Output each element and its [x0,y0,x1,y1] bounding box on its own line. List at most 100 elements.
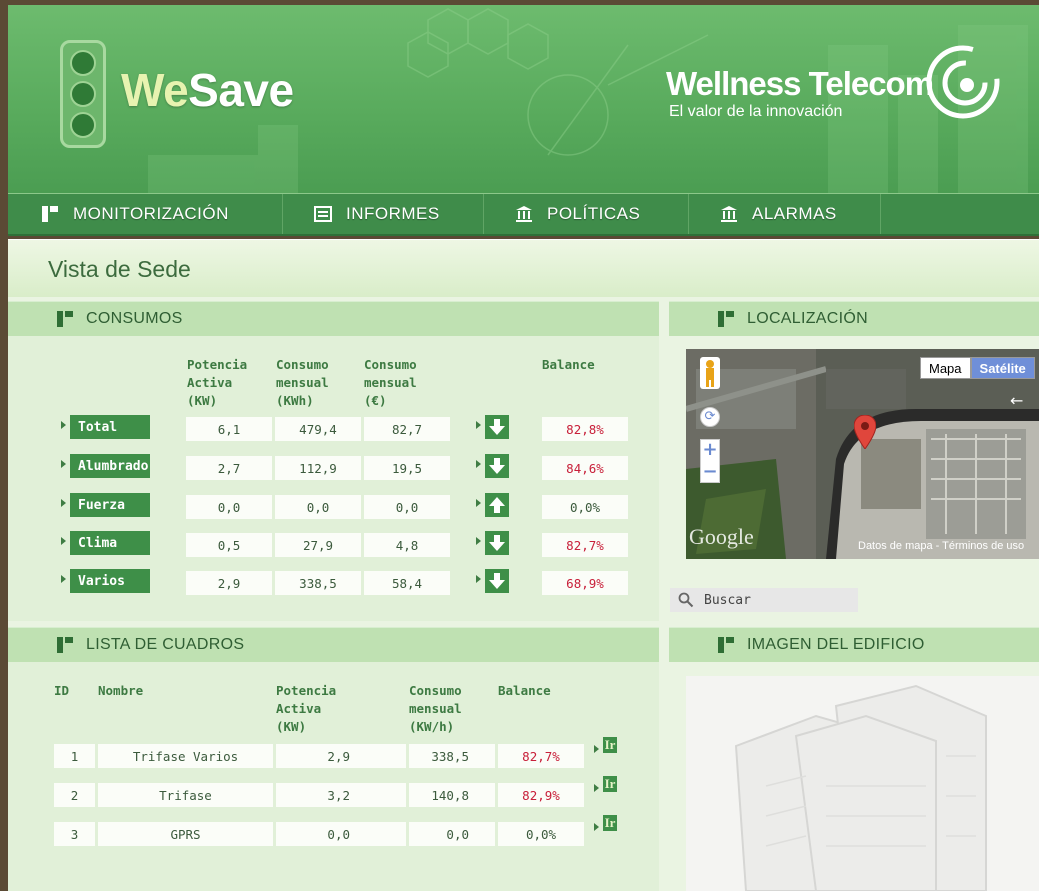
pegman-icon[interactable] [700,357,720,389]
cell-consumo-kwh: 0,0 [275,495,361,519]
category-button[interactable]: Varios [70,569,150,593]
expand-arrow-icon[interactable] [61,537,66,545]
building-image [686,676,1039,891]
cell-potencia: 6,1 [186,417,272,441]
zoom-in-button[interactable]: + [701,440,719,462]
col-header-nombre: Nombre [98,683,144,698]
cell-balance: 82,7% [498,744,584,768]
expand-arrow-icon[interactable] [61,421,66,429]
expand-arrow-icon[interactable] [476,499,481,507]
page-title: Vista de Sede [48,256,191,282]
expand-arrow-icon[interactable] [594,745,599,753]
map-marker-icon[interactable] [854,415,876,449]
cell-consumo-eur: 0,0 [364,495,450,519]
traffic-light-logo-icon [60,40,106,148]
cell-balance: 82,8% [542,417,628,441]
location-map[interactable]: ⟳ + − ← Mapa Satélite Google Datos de ma… [686,349,1039,559]
cell-potencia: 0,0 [186,495,272,519]
logo-we: We [121,64,189,116]
rotate-icon[interactable]: ⟳ [700,407,720,427]
consumos-header: CONSUMOS [8,301,659,336]
google-logo: Google [689,524,754,549]
arrow-down-icon[interactable] [485,569,509,593]
cell-consumo: 0,0 [409,822,495,846]
expand-arrow-icon[interactable] [594,784,599,792]
category-button[interactable]: Fuerza [70,493,150,517]
cell-balance: 0,0% [542,495,628,519]
cell-consumo-eur: 58,4 [364,571,450,595]
building-columns-icon [516,206,532,222]
expand-arrow-icon[interactable] [594,823,599,831]
category-button[interactable]: Clima [70,531,150,555]
zoom-out-button[interactable]: − [701,462,719,484]
cell-potencia: 0,5 [186,533,272,557]
cell-consumo-kwh: 27,9 [275,533,361,557]
col-header-consumo: Consumo mensual (KW/h) [409,683,462,734]
cell-id: 2 [54,783,95,807]
grid-icon [42,206,58,222]
cell-consumo: 338,5 [409,744,495,768]
expand-arrow-icon[interactable] [476,460,481,468]
cell-consumo-eur: 82,7 [364,417,450,441]
arrow-left-icon[interactable]: ← [1010,391,1023,410]
col-header-potencia: Potencia Activa (KW) [187,357,248,408]
map-terms-link[interactable]: Datos de mapa - Términos de uso [858,540,1024,552]
cell-id: 1 [54,744,95,768]
grid-icon [718,637,734,653]
map-type-map-button[interactable]: Mapa [920,357,971,379]
cuadros-title: LISTA DE CUADROS [86,636,245,653]
nav-label: INFORMES [346,204,440,223]
company-tagline: El valor de la innovación [669,103,843,120]
grid-icon [718,311,734,327]
cell-consumo-kwh: 338,5 [275,571,361,595]
localizacion-title: LOCALIZACIÓN [747,310,868,327]
expand-arrow-icon[interactable] [61,499,66,507]
nav-alarmas[interactable]: ALARMAS [689,194,881,234]
arrow-down-icon[interactable] [485,454,509,478]
page-title-bar: Vista de Sede [8,239,1039,297]
arrow-down-icon[interactable] [485,531,509,555]
nav-informes[interactable]: INFORMES [283,194,484,234]
expand-arrow-icon[interactable] [61,575,66,583]
col-header-potencia: Potencia Activa (KW) [276,683,337,734]
expand-arrow-icon[interactable] [476,575,481,583]
imagen-title: IMAGEN DEL EDIFICIO [747,636,925,653]
map-type-control: Mapa Satélite [920,357,1035,379]
cell-nombre: GPRS [98,822,273,846]
col-header-balance: Balance [542,357,595,372]
nav-politicas[interactable]: POLÍTICAS [484,194,689,234]
cell-potencia: 2,9 [276,744,406,768]
company-name: Wellness Telecom [666,65,934,102]
cell-nombre: Trifase Varios [98,744,273,768]
arrow-up-icon[interactable] [485,493,509,517]
category-button[interactable]: Total [70,415,150,439]
cell-balance: 68,9% [542,571,628,595]
grid-icon [57,311,73,327]
expand-arrow-icon[interactable] [476,421,481,429]
cell-potencia: 2,7 [186,456,272,480]
building-columns-icon [721,206,737,222]
expand-arrow-icon[interactable] [476,537,481,545]
go-button[interactable]: Ir [603,815,617,831]
cell-balance: 0,0% [498,822,584,846]
cell-consumo: 140,8 [409,783,495,807]
search-icon [678,592,694,608]
cell-consumo-eur: 19,5 [364,456,450,480]
cell-potencia: 2,9 [186,571,272,595]
search-box[interactable]: Buscar [670,588,858,612]
nav-label: MONITORIZACIÓN [73,204,229,223]
arrow-down-icon[interactable] [485,415,509,439]
zoom-control: + − [700,439,720,483]
expand-arrow-icon[interactable] [61,460,66,468]
map-type-satellite-button[interactable]: Satélite [970,357,1035,379]
company-swirl-logo-icon [926,45,1000,119]
col-header-id: ID [54,683,70,698]
cell-potencia: 0,0 [276,822,406,846]
localizacion-header: LOCALIZACIÓN [669,301,1039,336]
nav-monitorizacion[interactable]: MONITORIZACIÓN [8,194,283,234]
imagen-header: IMAGEN DEL EDIFICIO [669,627,1039,662]
col-header-consumo-eur: Consumo mensual (€) [364,357,417,408]
go-button[interactable]: Ir [603,776,617,792]
category-button[interactable]: Alumbrado [70,454,150,478]
go-button[interactable]: Ir [603,737,617,753]
